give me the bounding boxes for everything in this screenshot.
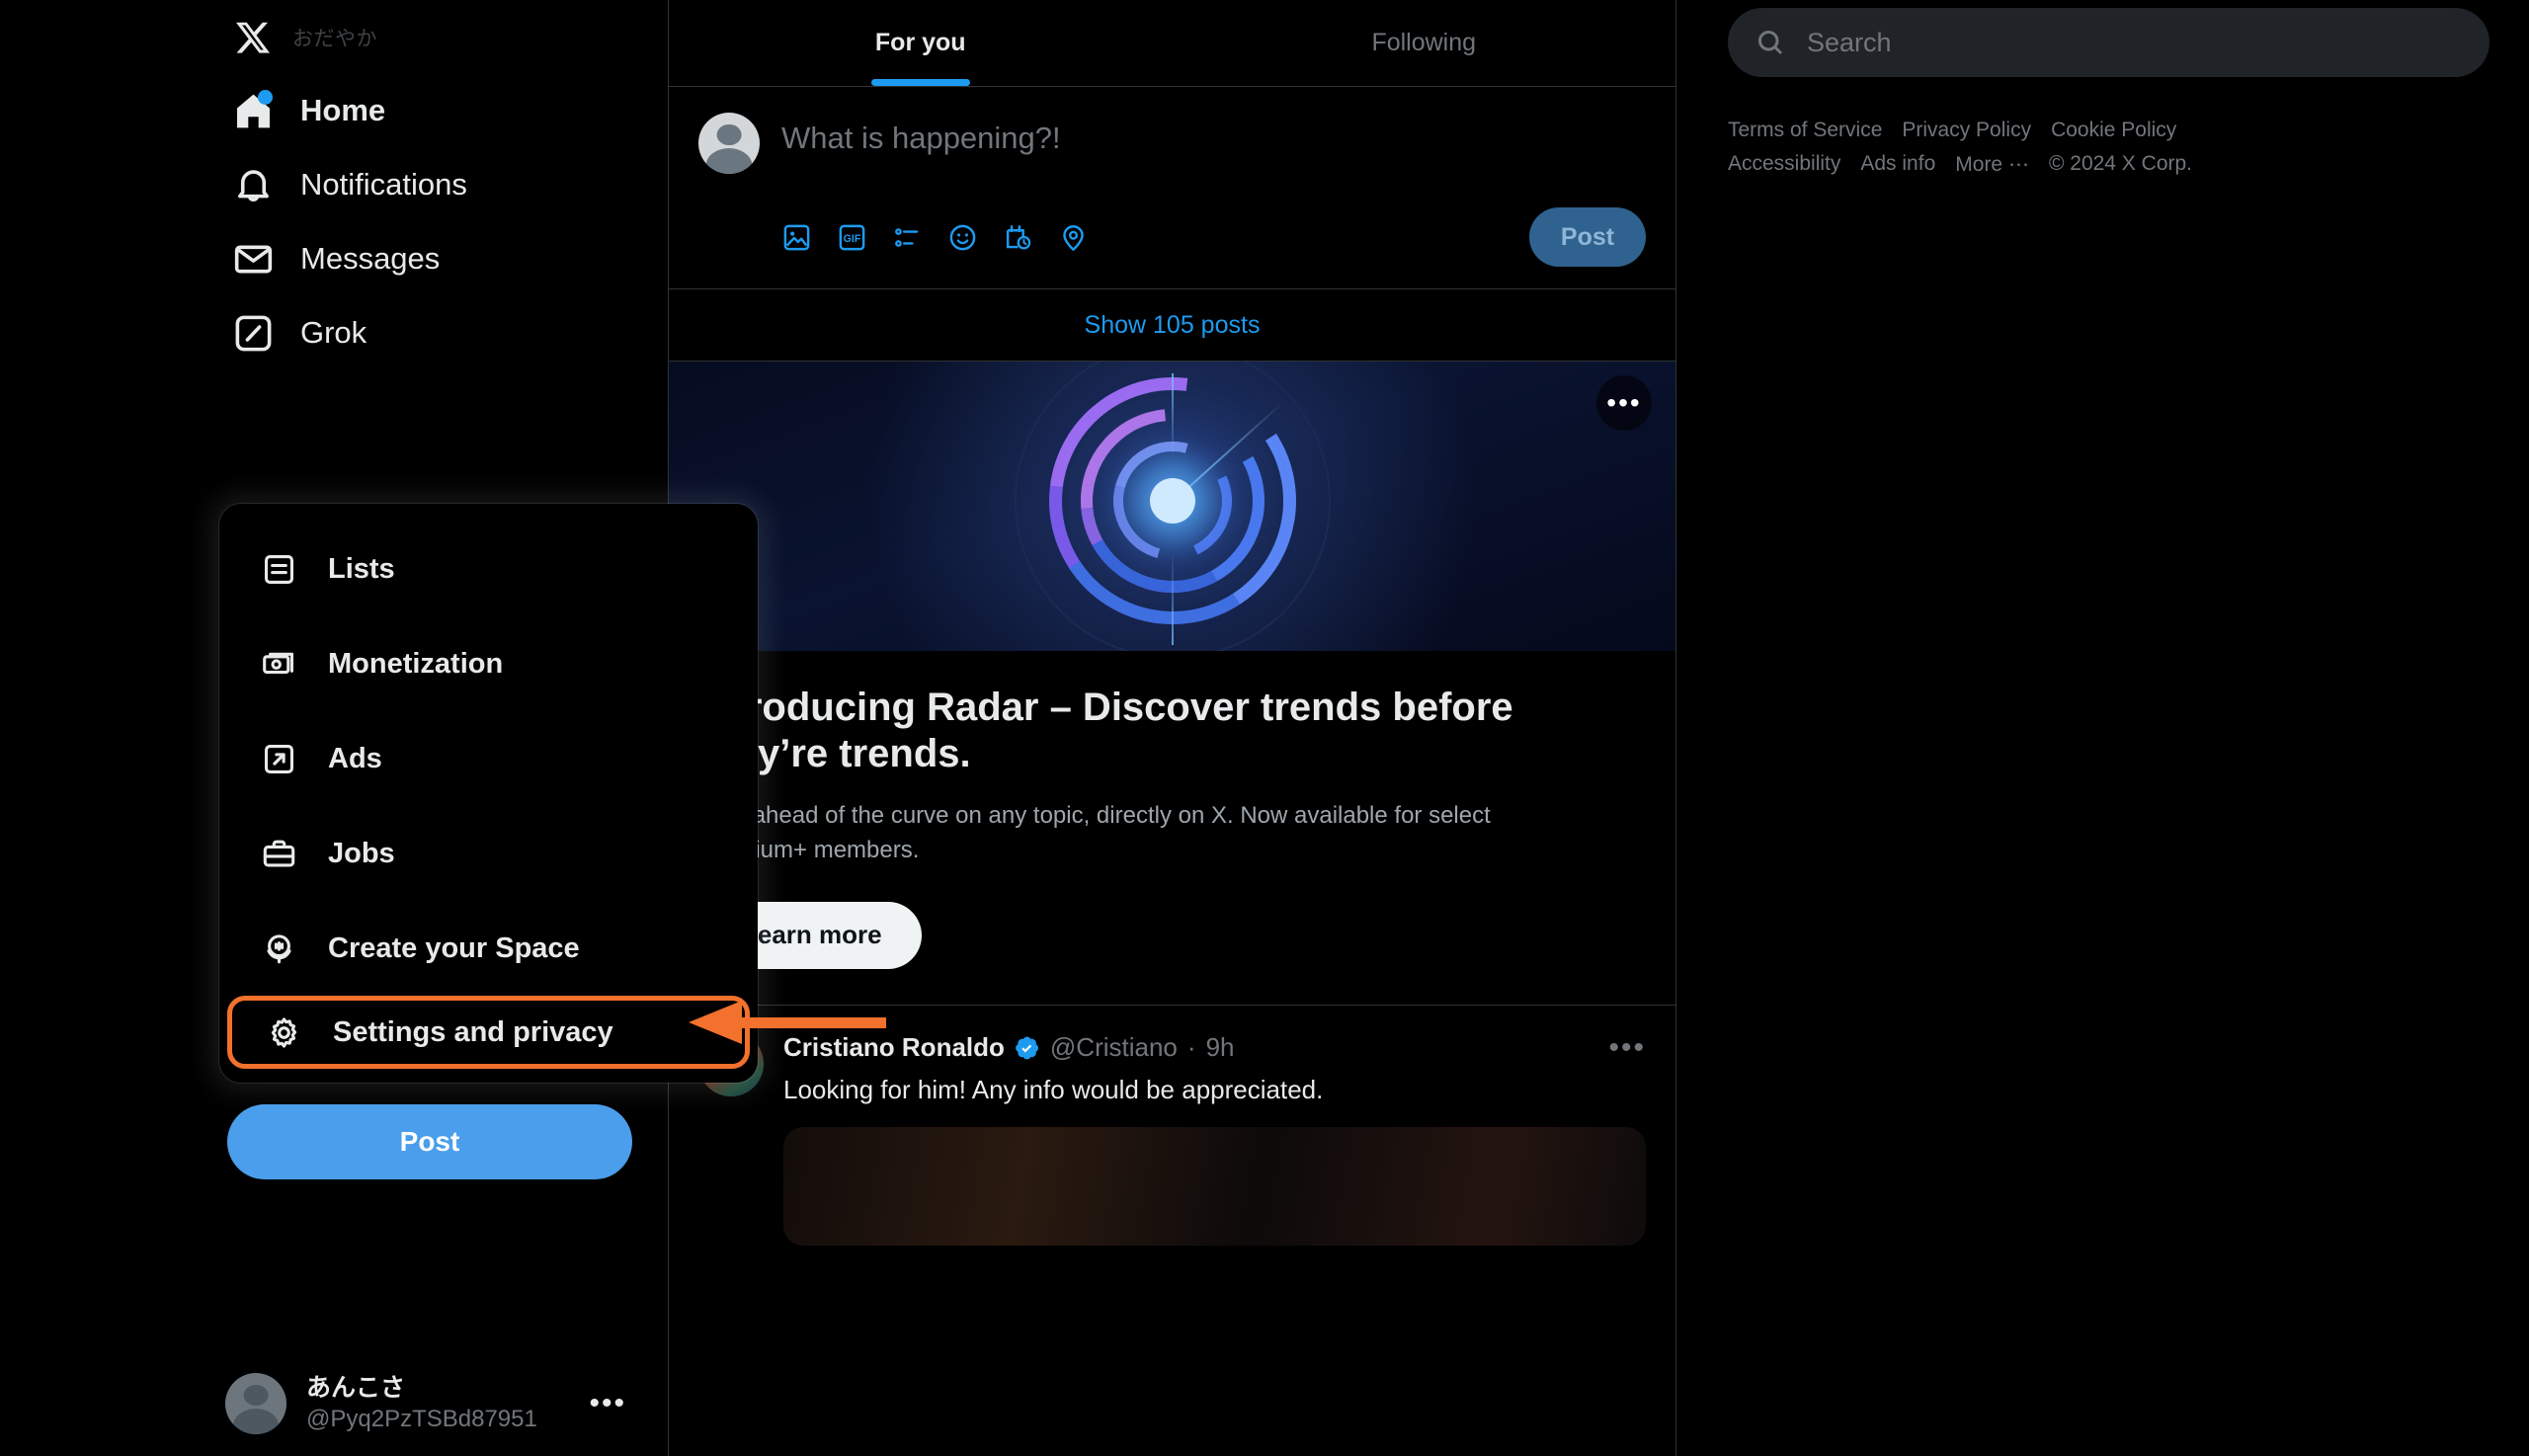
bell-icon (227, 159, 279, 210)
tweet-text: Looking for him! Any info would be appre… (783, 1074, 1324, 1104)
x-logo-icon[interactable] (227, 12, 279, 63)
search-icon (1758, 31, 1783, 55)
gear-icon (258, 1014, 309, 1051)
compose-input[interactable]: What is happening?! (781, 113, 1061, 156)
poll-icon[interactable] (892, 212, 947, 262)
tweet-timestamp: 9h (1205, 1032, 1235, 1063)
menu-item-monetization[interactable]: Monetization (219, 616, 758, 711)
account-name: あんこさ (306, 1374, 406, 1403)
grok-icon (227, 307, 279, 359)
tab-label: Following (1371, 29, 1477, 56)
footer-link[interactable]: Terms of Service (1728, 119, 1882, 142)
promoted-ad-card: ••• Introducing Radar – Discover trends … (669, 362, 1675, 1005)
tab-for-you[interactable]: For you (669, 0, 1173, 86)
tab-active-underline (870, 79, 970, 86)
account-switcher[interactable]: あんこさ @Pyq2PzTSBd87951 ••• (225, 1361, 640, 1446)
tweet-media[interactable] (783, 1126, 1646, 1246)
sidebar-item-messages[interactable]: Messages (227, 228, 652, 289)
menu-item-label: Create your Space (328, 931, 580, 964)
sidebar-item-label: Notifications (300, 167, 467, 202)
avatar (225, 1373, 286, 1434)
compose-toolbar: GIF Post (781, 207, 1646, 267)
menu-item-label: Lists (328, 552, 395, 585)
compose-post-button[interactable]: Post (1529, 207, 1646, 267)
annotation-arrow (689, 1001, 886, 1044)
avatar (698, 113, 760, 174)
footer-link[interactable]: Accessibility (1728, 152, 1840, 177)
compose-box: What is happening?! GIF Post (669, 87, 1675, 289)
menu-item-ads[interactable]: Ads (219, 711, 758, 806)
footer-link-more[interactable]: More ⋯ (1955, 152, 2029, 177)
svg-text:GIF: GIF (844, 232, 861, 244)
list-icon (253, 551, 304, 588)
menu-item-jobs[interactable]: Jobs (219, 806, 758, 901)
footer-link[interactable]: Ads info (1860, 152, 1935, 177)
schedule-icon[interactable] (1003, 212, 1058, 262)
right-sidebar: Search Terms of Service Privacy Policy C… (1676, 0, 2529, 1456)
location-icon[interactable] (1058, 212, 1113, 262)
sidebar-item-label: Messages (300, 241, 441, 276)
tab-label: For you (874, 29, 966, 56)
menu-item-create-your-space[interactable]: Create your Space (219, 901, 758, 996)
tweet-separator: · (1186, 1032, 1196, 1063)
gif-icon[interactable]: GIF (837, 212, 892, 262)
ad-title: Introducing Radar – Discover trends befo… (698, 686, 1513, 776)
menu-item-label: Settings and privacy (333, 1015, 613, 1048)
search-placeholder: Search (1807, 27, 1892, 57)
menu-item-label: Jobs (328, 837, 395, 869)
post-button[interactable]: Post (227, 1104, 632, 1179)
more-menu-popup: Lists Monetization Ads Jobs Create your … (219, 504, 758, 1083)
home-badge-dot (258, 90, 273, 105)
microphone-icon (253, 930, 304, 967)
main-feed-column: For you Following What is happening?! GI… (668, 0, 1676, 1456)
image-icon[interactable] (781, 212, 837, 262)
sidebar-item-grok[interactable]: Grok (227, 302, 652, 364)
brand-row: おだやか (227, 0, 652, 67)
ad-subtitle: Stay ahead of the curve on any topic, di… (698, 802, 1491, 864)
menu-item-label: Monetization (328, 647, 504, 680)
tweet-handle: @Cristiano (1049, 1032, 1178, 1063)
footer-links: Terms of Service Privacy Policy Cookie P… (1728, 119, 2281, 187)
sidebar-item-notifications[interactable]: Notifications (227, 154, 652, 215)
sidebar-item-label: Home (300, 93, 386, 127)
menu-item-lists[interactable]: Lists (219, 522, 758, 616)
footer-copyright: © 2024 X Corp. (2048, 152, 2193, 175)
footer-link[interactable]: Cookie Policy (2051, 119, 2176, 142)
envelope-icon (227, 233, 279, 284)
account-more-icon[interactable]: ••• (589, 1387, 640, 1420)
verified-badge-icon (1013, 1034, 1040, 1062)
menu-item-label: Ads (328, 742, 382, 774)
arrow-out-icon (253, 741, 304, 777)
tab-following[interactable]: Following (1173, 0, 1676, 86)
footer-link[interactable]: Privacy Policy (1902, 119, 2031, 142)
menu-item-settings-and-privacy[interactable]: Settings and privacy (227, 996, 750, 1069)
feed-tabs: For you Following (669, 0, 1675, 87)
status-label: おだやか (292, 28, 377, 50)
search-input[interactable]: Search (1728, 8, 2489, 77)
x-app-window: おだやか Home Notifications Messages Grok Po… (0, 0, 2529, 1456)
show-new-posts-button[interactable]: Show 105 posts (669, 289, 1675, 362)
account-handle: @Pyq2PzTSBd87951 (306, 1405, 537, 1432)
briefcase-icon (253, 836, 304, 872)
money-icon (253, 646, 304, 683)
ad-more-icon[interactable]: ••• (1596, 375, 1652, 431)
ad-hero-image: ••• (669, 362, 1675, 651)
emoji-icon[interactable] (947, 212, 1003, 262)
home-icon (227, 85, 279, 136)
tweet-more-icon[interactable]: ••• (1608, 1031, 1646, 1065)
sidebar-item-home[interactable]: Home (227, 80, 652, 141)
sidebar-item-label: Grok (300, 315, 367, 350)
